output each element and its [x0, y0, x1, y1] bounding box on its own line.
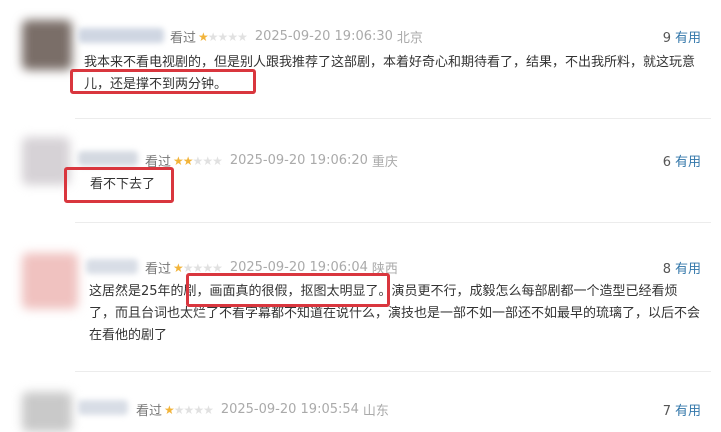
- useful-vote: 7 有用: [663, 400, 701, 419]
- useful-count: 9: [662, 31, 671, 46]
- review-time: 2025-09-20 19:05:54: [220, 402, 359, 417]
- star-icon: ★: [164, 402, 175, 417]
- review-item: 看过 ★ ★ ★ ★ ★ 2025-09-20 19:06:30 北京 9 有用 我本来不…: [0, 0, 721, 118]
- star-icon: ★: [212, 153, 223, 168]
- useful-button[interactable]: 有用: [675, 31, 701, 46]
- watched-label: 看过: [145, 262, 172, 277]
- star-icon: ★: [192, 153, 204, 168]
- useful-vote: 9 有用: [663, 27, 701, 46]
- review-meta: 看过 ★ ★ ★ ★ ★ 2025-09-20 19:05:54 山东: [136, 400, 389, 419]
- avatar[interactable]: [22, 253, 78, 309]
- review-item: 看过 ★ ★ ★ ★ ★ 2025-09-20 19:06:04 陕西 8 有用 这居然是…: [0, 223, 721, 370]
- star-icon: ★: [217, 29, 229, 44]
- star-icon: ★: [202, 153, 213, 168]
- review-location: 山东: [362, 404, 389, 419]
- star-icon: ★: [173, 260, 184, 275]
- useful-vote: 8 有用: [663, 258, 701, 277]
- star-icon: ★: [173, 153, 184, 168]
- star-icon: ★: [198, 29, 209, 44]
- review-text-line: 了，而且台词也太烂了不看字幕都不知道在说什么，演技也是一部不如一部还不如最早的琉…: [89, 306, 701, 321]
- star-icon: ★: [237, 29, 248, 44]
- avatar[interactable]: [22, 137, 70, 185]
- rating-stars: ★ ★ ★ ★ ★: [173, 153, 223, 168]
- useful-count: 7: [662, 404, 671, 419]
- username[interactable]: [78, 28, 164, 43]
- star-icon: ★: [182, 153, 194, 168]
- rating-stars: ★ ★ ★ ★ ★: [164, 402, 214, 417]
- review-time: 2025-09-20 19:06:20: [229, 153, 368, 168]
- star-icon: ★: [207, 29, 219, 44]
- review-item: 看过 ★ ★ ★ ★ ★ 2025-09-20 19:06:20 重庆 6 有用 看不下去…: [0, 119, 721, 221]
- useful-count: 6: [662, 155, 671, 170]
- avatar[interactable]: [22, 392, 72, 432]
- review-text: 这居然是25年的剧，画面真的很假，抠图太明显了。演员更不行，成毅怎么每部剧都一个…: [89, 281, 700, 347]
- review-location: 重庆: [371, 155, 398, 170]
- highlight-box: [64, 167, 174, 203]
- review-meta: 看过 ★ ★ ★ ★ ★ 2025-09-20 19:06:20 重庆: [145, 151, 398, 170]
- review-location: 北京: [396, 31, 423, 46]
- rating-stars: ★ ★ ★ ★ ★: [198, 29, 248, 44]
- useful-button[interactable]: 有用: [675, 404, 701, 419]
- star-icon: ★: [193, 402, 204, 417]
- star-icon: ★: [173, 402, 185, 417]
- useful-count: 8: [662, 262, 671, 277]
- useful-button[interactable]: 有用: [675, 262, 701, 277]
- review-time: 2025-09-20 19:06:30: [254, 29, 393, 44]
- username[interactable]: [78, 400, 128, 415]
- highlight-box: [186, 273, 390, 307]
- username[interactable]: [86, 259, 138, 274]
- useful-vote: 6 有用: [663, 151, 701, 170]
- star-icon: ★: [227, 29, 238, 44]
- star-icon: ★: [203, 402, 214, 417]
- review-text-line: 这居然是25年的剧，画面真的很假，抠图太明显了。演员更不行，成毅怎么每部剧都一个…: [89, 284, 678, 299]
- watched-label: 看过: [136, 404, 163, 419]
- review-text-line: 在看他的剧了: [89, 328, 168, 343]
- review-item: 看过 ★ ★ ★ ★ ★ 2025-09-20 19:05:54 山东 7 有用: [0, 372, 721, 432]
- watched-label: 看过: [170, 31, 197, 46]
- useful-button[interactable]: 有用: [675, 155, 701, 170]
- avatar[interactable]: [22, 20, 72, 70]
- review-meta: 看过 ★ ★ ★ ★ ★ 2025-09-20 19:06:30 北京: [170, 27, 423, 46]
- star-icon: ★: [183, 402, 195, 417]
- username[interactable]: [78, 151, 138, 166]
- highlight-box: [70, 69, 256, 94]
